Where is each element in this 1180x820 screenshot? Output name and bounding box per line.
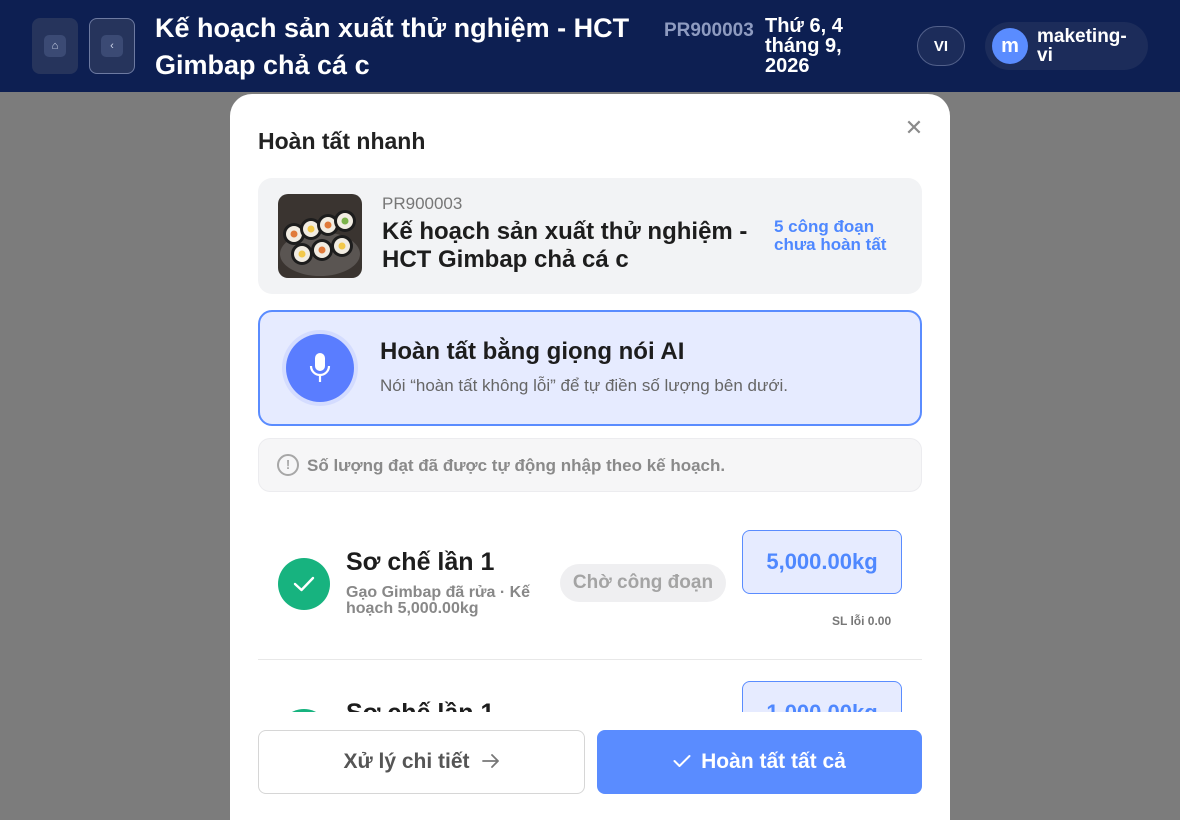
current-date: Thứ 6, 4 tháng 9, 2026 [765,15,843,77]
complete-all-label: Hoàn tất tất cả [701,750,846,773]
product-code: PR900003 [382,194,463,213]
step-row: Sơ chế lần 1 Gạo Gimbap đã rửa · Kế hoạc… [258,510,922,660]
modal-footer: Xử lý chi tiết Hoàn tất tất cả [230,712,950,820]
detail-button[interactable]: Xử lý chi tiết [258,730,585,794]
incomplete-steps-status: 5 công đoạn chưa hoàn tất [774,217,887,254]
step-name: Sơ chế lần 1 [346,548,495,576]
close-icon[interactable]: ✕ [902,116,926,140]
step-description: Gạo Gimbap đã rửa · Kế hoạch 5,000.00kg [346,584,531,617]
product-image [278,194,362,278]
plan-code: PR900003 [664,20,754,41]
user-menu[interactable]: m maketing-vi [985,22,1148,70]
check-icon [673,750,691,774]
error-quantity: SL lỗi 0.00 [832,614,892,628]
back-button[interactable]: ‹ [89,18,135,74]
info-note-text: Số lượng đạt đã được tự động nhập theo k… [307,456,726,475]
page-title: Kế hoạch sản xuất thử nghiệm - HCT Gimba… [155,13,630,80]
complete-all-button[interactable]: Hoàn tất tất cả [597,730,922,794]
detail-button-label: Xử lý chi tiết [343,750,470,773]
voice-title: Hoàn tất bằng giọng nói AI [380,338,685,365]
info-icon: ! [277,454,299,476]
user-name: maketing-vi [1037,26,1127,66]
language-button[interactable]: VI [917,26,965,66]
top-bar: ⌂ ‹ Kế hoạch sản xuất thử nghiệm - HCT G… [0,0,1180,92]
chevron-left-icon: ‹ [101,35,123,57]
modal-title: Hoàn tất nhanh [258,128,426,154]
microphone-icon[interactable] [286,334,354,402]
voice-subtitle: Nói “hoàn tất không lỗi” để tự điền số l… [380,376,788,395]
check-icon[interactable] [278,558,330,610]
arrow-right-icon [481,750,500,774]
product-name: Kế hoạch sản xuất thử nghiệm - HCT Gimba… [382,218,748,273]
home-button[interactable]: ⌂ [32,18,78,74]
info-note: ! Số lượng đạt đã được tự động nhập theo… [258,438,922,492]
voice-complete-card[interactable]: Hoàn tất bằng giọng nói AI Nói “hoàn tất… [258,310,922,426]
avatar: m [992,28,1028,64]
quantity-input[interactable]: 5,000.00kg [742,530,902,594]
quick-complete-modal: Hoàn tất nhanh ✕ PR900003 Kế hoạch sản x… [230,94,950,820]
home-icon: ⌂ [44,35,66,57]
product-card: PR900003 Kế hoạch sản xuất thử nghiệm - … [258,178,922,294]
step-status-badge: Chờ công đoạn [560,564,726,602]
